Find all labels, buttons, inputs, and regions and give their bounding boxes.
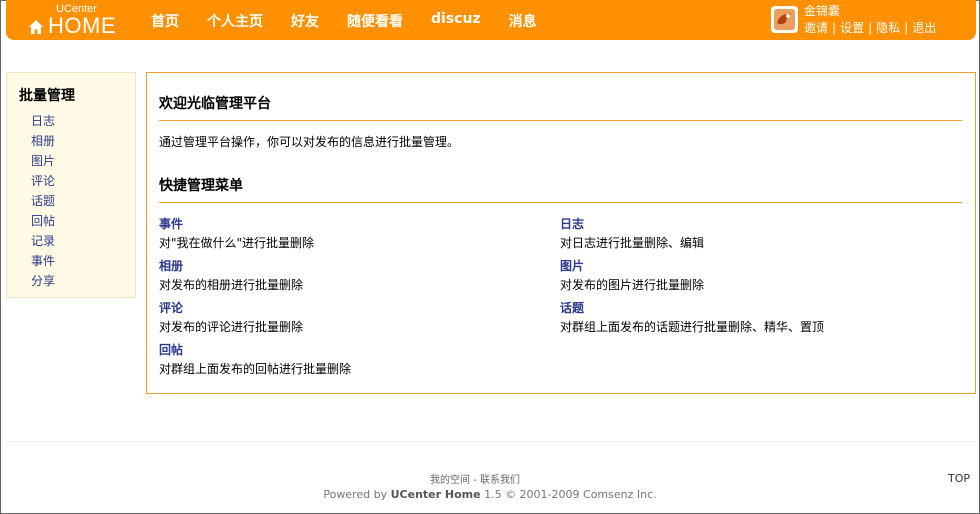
user-links: 邀请 | 设置 | 隐私 | 退出 (804, 19, 936, 36)
powered-suffix: 1.5 © 2001-2009 Comsenz Inc. (480, 488, 657, 501)
nav-profile[interactable]: 个人主页 (207, 11, 263, 31)
sidebar-item-share[interactable]: 分享 (31, 271, 55, 291)
menu-item-title[interactable]: 事件 (159, 217, 539, 231)
sidebar-menu: 日志 相册 图片 评论 话题 回帖 记录 事件 分享 (31, 111, 55, 291)
sidebar-title: 批量管理 (19, 88, 75, 104)
sidebar-item-blog[interactable]: 日志 (31, 111, 55, 131)
separator: | (868, 21, 873, 35)
footer-link-contact[interactable]: 联系我们 (480, 475, 520, 486)
menu-item-desc: 对群组上面发布的回帖进行批量删除 (159, 362, 352, 376)
menu-item-title[interactable]: 相册 (159, 259, 539, 273)
separator: | (832, 21, 837, 35)
sidebar-item-album[interactable]: 相册 (31, 131, 55, 151)
sidebar-item-comment[interactable]: 评论 (31, 171, 55, 191)
top-header: UCenter HOME 首页 个人主页 好友 随便看看 discuz 消息 金… (6, 0, 976, 40)
sidebar-item-photo[interactable]: 图片 (31, 151, 55, 171)
menu-item-reply: 回帖 对群组上面发布的回帖进行批量删除 (159, 343, 539, 377)
sidebar-item-reply[interactable]: 回帖 (31, 211, 55, 231)
main-nav: 首页 个人主页 好友 随便看看 discuz 消息 (151, 11, 565, 31)
menu-title: 快捷管理菜单 (159, 178, 243, 194)
settings-link[interactable]: 设置 (840, 21, 864, 35)
nav-home[interactable]: 首页 (151, 11, 179, 31)
menu-item-desc: 对日志进行批量删除、编辑 (560, 236, 705, 250)
menu-item-desc: 对发布的图片进行批量删除 (560, 278, 705, 292)
welcome-title: 欢迎光临管理平台 (159, 96, 271, 112)
divider (159, 120, 962, 121)
privacy-link[interactable]: 隐私 (876, 21, 900, 35)
menu-item-blog: 日志 对日志进行批量删除、编辑 (560, 217, 940, 251)
footer-links: 我的空间 - 联系我们 (0, 471, 950, 486)
sidebar-item-record[interactable]: 记录 (31, 231, 55, 251)
sidebar-item-topic[interactable]: 话题 (31, 191, 55, 211)
nav-messages[interactable]: 消息 (509, 11, 537, 31)
username[interactable]: 金锦囊 (804, 2, 840, 19)
sidebar-item-event[interactable]: 事件 (31, 251, 55, 271)
user-panel: 金锦囊 邀请 | 设置 | 隐私 | 退出 (771, 2, 971, 37)
footer-link-my-space[interactable]: 我的空间 (430, 475, 470, 486)
menu-item-title[interactable]: 评论 (159, 301, 539, 315)
separator: | (904, 21, 909, 35)
intro-text: 通过管理平台操作，你可以对发布的信息进行批量管理。 (159, 135, 460, 149)
menu-item-comment: 评论 对发布的评论进行批量删除 (159, 301, 539, 335)
menu-item-title[interactable]: 日志 (560, 217, 940, 231)
powered-by: Powered by UCenter Home 1.5 © 2001-2009 … (0, 488, 980, 501)
powered-prefix: Powered by (323, 488, 391, 501)
menu-item-desc: 对"我在做什么"进行批量删除 (159, 236, 315, 250)
avatar[interactable] (771, 6, 798, 33)
powered-brand[interactable]: UCenter Home (391, 488, 481, 501)
menu-item-topic: 话题 对群组上面发布的话题进行批量删除、精华、置顶 (560, 301, 940, 335)
divider (159, 202, 962, 203)
home-icon (29, 20, 43, 34)
nav-friends[interactable]: 好友 (291, 11, 319, 31)
logout-link[interactable]: 退出 (912, 21, 936, 35)
footer-separator: - (470, 475, 480, 486)
menu-item-event: 事件 对"我在做什么"进行批量删除 (159, 217, 539, 251)
nav-browse[interactable]: 随便看看 (347, 11, 403, 31)
menu-item-title[interactable]: 回帖 (159, 343, 539, 357)
nav-discuz[interactable]: discuz (431, 11, 481, 31)
menu-item-album: 相册 对发布的相册进行批量删除 (159, 259, 539, 293)
footer-divider (6, 441, 974, 442)
avatar-image-icon (774, 9, 795, 30)
menu-item-desc: 对群组上面发布的话题进行批量删除、精华、置顶 (560, 320, 825, 334)
invite-link[interactable]: 邀请 (804, 21, 828, 35)
sidebar: 批量管理 日志 相册 图片 评论 话题 回帖 记录 事件 分享 (6, 72, 136, 298)
back-to-top-link[interactable]: TOP (948, 472, 970, 485)
main-panel: 欢迎光临管理平台 通过管理平台操作，你可以对发布的信息进行批量管理。 快捷管理菜… (146, 72, 976, 394)
logo-big-text: HOME (48, 13, 116, 38)
menu-item-title[interactable]: 图片 (560, 259, 940, 273)
menu-item-title[interactable]: 话题 (560, 301, 940, 315)
menu-item-desc: 对发布的相册进行批量删除 (159, 278, 304, 292)
menu-item-desc: 对发布的评论进行批量删除 (159, 320, 304, 334)
menu-item-photo: 图片 对发布的图片进行批量删除 (560, 259, 940, 293)
